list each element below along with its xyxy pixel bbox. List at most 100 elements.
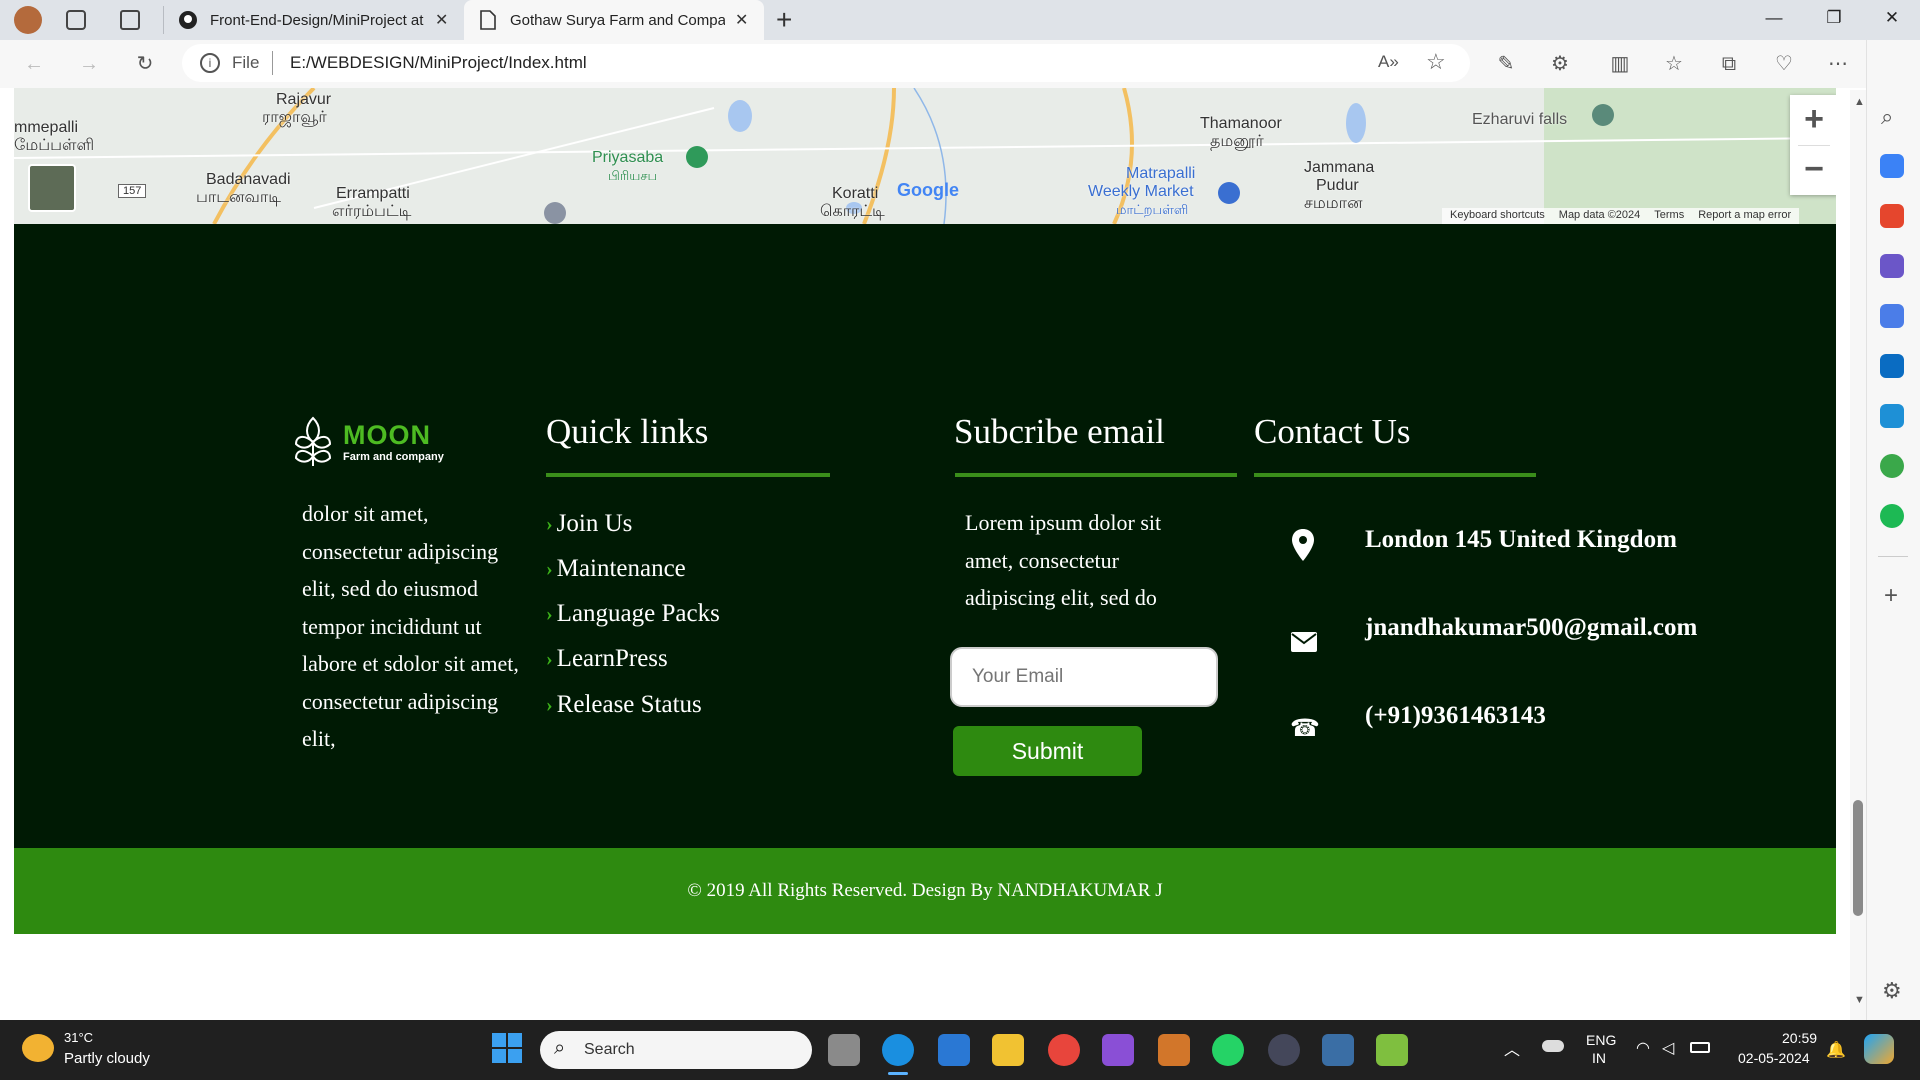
workspaces-icon[interactable] bbox=[66, 10, 86, 30]
search-icon[interactable]: ⌕ bbox=[1881, 104, 1893, 130]
whatsapp-icon[interactable] bbox=[1212, 1034, 1244, 1066]
quick-link-label[interactable]: Language Packs bbox=[557, 600, 720, 628]
language-top[interactable]: ENG bbox=[1586, 1032, 1616, 1048]
close-window-icon[interactable]: ✕ bbox=[1880, 8, 1904, 32]
clock-date[interactable]: 02-05-2024 bbox=[1738, 1050, 1810, 1066]
tab-active-page[interactable]: Gothaw Surya Farm and Compan ✕ bbox=[464, 0, 764, 40]
tab-github[interactable]: Front-End-Design/MiniProject at ✕ bbox=[170, 0, 460, 40]
back-icon[interactable]: ← bbox=[20, 50, 48, 78]
notification-bell-icon[interactable]: 🔔 bbox=[1826, 1040, 1846, 1060]
info-icon[interactable]: i bbox=[200, 53, 220, 73]
onedrive-icon[interactable] bbox=[1542, 1040, 1564, 1052]
zoom-in-button[interactable]: + bbox=[1790, 95, 1836, 145]
send-icon[interactable] bbox=[1880, 404, 1904, 428]
profile-avatar[interactable] bbox=[14, 6, 42, 34]
more-menu-icon[interactable]: ⋯ bbox=[1824, 50, 1852, 78]
url-text[interactable]: E:/WEBDESIGN/MiniProject/Index.html bbox=[290, 53, 587, 73]
wifi-icon[interactable]: ◠ bbox=[1636, 1038, 1650, 1058]
quick-link-language-packs[interactable]: › Language Packs bbox=[546, 600, 720, 628]
refresh-icon[interactable]: ↻ bbox=[131, 50, 159, 78]
quick-link-label[interactable]: LearnPress bbox=[557, 645, 668, 673]
new-tab-button[interactable]: + bbox=[776, 4, 792, 36]
pen-extension-icon[interactable]: ✎ bbox=[1492, 50, 1520, 78]
edge-icon[interactable] bbox=[882, 1034, 914, 1066]
quick-link-maintenance[interactable]: › Maintenance bbox=[546, 555, 686, 583]
quick-link-label[interactable]: Release Status bbox=[557, 691, 702, 719]
about-line: tempor incididunt ut bbox=[302, 613, 482, 639]
weather-icon[interactable] bbox=[22, 1034, 54, 1062]
app-icon[interactable] bbox=[1158, 1034, 1190, 1066]
submit-button[interactable]: Submit bbox=[953, 726, 1142, 776]
address-bar[interactable]: i File E:/WEBDESIGN/MiniProject/Index.ht… bbox=[182, 44, 1470, 82]
tree-icon[interactable] bbox=[1880, 454, 1904, 478]
tab-actions-icon[interactable] bbox=[120, 10, 140, 30]
embedded-map[interactable]: Rajavur ராஜாவூர் mmepalli மேப்பள்ளி Bada… bbox=[14, 88, 1836, 224]
keyboard-shortcuts-link[interactable]: Keyboard shortcuts bbox=[1450, 209, 1545, 223]
scroll-down-icon[interactable]: ▼ bbox=[1854, 994, 1865, 1006]
place-pin-icon[interactable] bbox=[544, 202, 566, 224]
forward-icon[interactable]: → bbox=[75, 50, 103, 78]
close-tab-icon[interactable]: ✕ bbox=[435, 10, 448, 30]
language-bottom[interactable]: IN bbox=[1592, 1050, 1606, 1066]
contact-phone[interactable]: (+91)9361463143 bbox=[1365, 702, 1546, 730]
taskbar-search[interactable]: ⌕ Search bbox=[540, 1031, 812, 1069]
settings-gear-icon[interactable]: ⚙ bbox=[1882, 978, 1902, 1004]
volume-icon[interactable]: ◁ bbox=[1662, 1038, 1674, 1058]
close-tab-icon[interactable]: ✕ bbox=[735, 10, 748, 30]
quick-link-join-us[interactable]: › Join Us bbox=[546, 510, 632, 538]
restore-icon[interactable]: ❐ bbox=[1822, 8, 1846, 32]
quick-link-label[interactable]: Maintenance bbox=[557, 555, 686, 583]
chrome-icon[interactable] bbox=[1048, 1034, 1080, 1066]
read-aloud-icon[interactable]: A» bbox=[1378, 52, 1399, 72]
scroll-up-icon[interactable]: ▲ bbox=[1854, 96, 1865, 108]
mail-icon[interactable] bbox=[938, 1034, 970, 1066]
quick-link-label[interactable]: Join Us bbox=[557, 510, 633, 538]
shopping-pin-icon[interactable] bbox=[1218, 182, 1240, 204]
zoom-out-button[interactable]: − bbox=[1790, 145, 1836, 195]
quick-link-release-status[interactable]: › Release Status bbox=[546, 691, 702, 719]
copilot-taskbar-icon[interactable] bbox=[1864, 1034, 1894, 1064]
spotify-icon[interactable] bbox=[1880, 504, 1904, 528]
map-label: பாடனவாடி bbox=[196, 189, 281, 206]
report-error-link[interactable]: Report a map error bbox=[1698, 209, 1791, 223]
task-view-icon[interactable] bbox=[828, 1034, 860, 1066]
notepad-icon[interactable] bbox=[1376, 1034, 1408, 1066]
battery-icon[interactable] bbox=[1690, 1042, 1710, 1053]
collections-icon[interactable]: ⧉ bbox=[1715, 50, 1743, 78]
weather-desc[interactable]: Partly cloudy bbox=[64, 1050, 150, 1067]
clock-time[interactable]: 20:59 bbox=[1782, 1030, 1817, 1046]
visual-studio-icon[interactable] bbox=[1102, 1034, 1134, 1066]
windows-start-icon[interactable] bbox=[492, 1033, 522, 1063]
shopping-tag-icon[interactable] bbox=[1880, 154, 1904, 178]
park-pin-icon[interactable] bbox=[686, 146, 708, 168]
scrollbar-thumb[interactable] bbox=[1853, 800, 1863, 916]
favorite-star-icon[interactable]: ☆ bbox=[1426, 49, 1446, 75]
outlook-icon[interactable] bbox=[1880, 354, 1904, 378]
page-scrollbar[interactable]: ▲ ▼ bbox=[1850, 90, 1866, 1020]
games-icon[interactable] bbox=[1880, 254, 1904, 278]
add-icon[interactable]: + bbox=[1884, 582, 1898, 610]
map-satellite-toggle[interactable] bbox=[28, 164, 76, 212]
place-pin-icon[interactable] bbox=[1592, 104, 1614, 126]
email-input[interactable] bbox=[950, 647, 1218, 707]
extensions-icon[interactable]: ⚙ bbox=[1546, 50, 1574, 78]
heading-underline bbox=[955, 473, 1237, 477]
minimize-icon[interactable]: — bbox=[1762, 8, 1786, 32]
map-label: ராஜாவூர் bbox=[262, 109, 327, 126]
microsoft365-icon[interactable] bbox=[1880, 304, 1904, 328]
file-explorer-icon[interactable] bbox=[992, 1034, 1024, 1066]
contact-email[interactable]: jnandhakumar500@gmail.com bbox=[1365, 614, 1697, 642]
browser-essentials-icon[interactable]: ♡ bbox=[1770, 50, 1798, 78]
favorites-icon[interactable]: ☆ bbox=[1660, 50, 1688, 78]
app-icon[interactable] bbox=[1322, 1034, 1354, 1066]
eclipse-icon[interactable] bbox=[1268, 1034, 1300, 1066]
tools-icon[interactable] bbox=[1880, 204, 1904, 228]
contact-heading: Contact Us bbox=[1254, 412, 1411, 451]
terms-link[interactable]: Terms bbox=[1654, 209, 1684, 223]
contact-address: London 145 United Kingdom bbox=[1365, 526, 1677, 553]
split-screen-icon[interactable]: ▥ bbox=[1606, 50, 1634, 78]
subscribe-heading: Subcribe email bbox=[954, 412, 1165, 451]
quick-link-learnpress[interactable]: › LearnPress bbox=[546, 645, 668, 673]
weather-temp[interactable]: 31°C bbox=[64, 1030, 93, 1045]
tray-chevron-icon[interactable]: ︿ bbox=[1504, 1036, 1520, 1060]
